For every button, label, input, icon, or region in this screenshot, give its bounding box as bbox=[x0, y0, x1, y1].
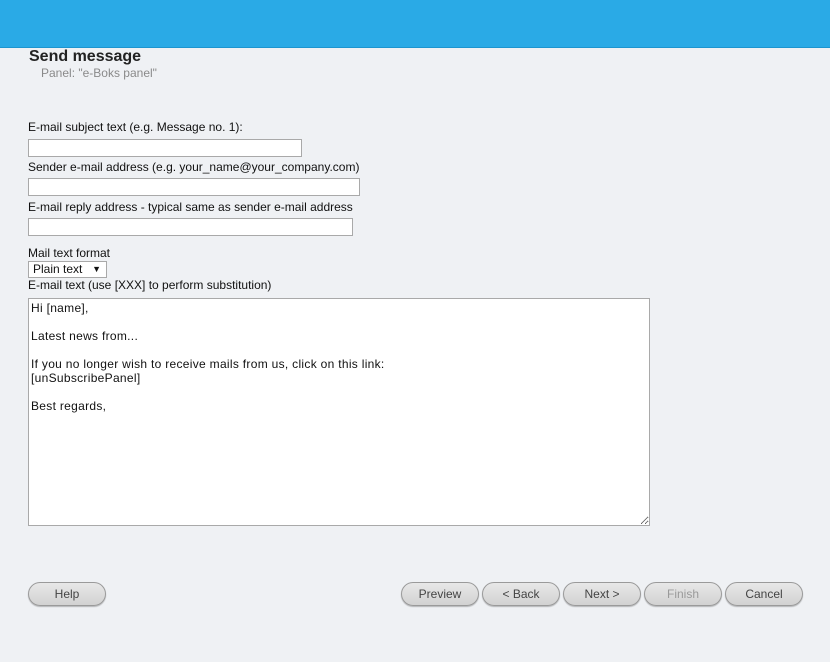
subject-label: E-mail subject text (e.g. Message no. 1)… bbox=[28, 120, 243, 134]
next-button[interactable]: Next > bbox=[563, 582, 641, 606]
mail-format-select[interactable]: Plain text ▼ bbox=[28, 261, 107, 278]
preview-button[interactable]: Preview bbox=[401, 582, 479, 606]
help-button[interactable]: Help bbox=[28, 582, 106, 606]
reply-email-input[interactable] bbox=[28, 218, 353, 236]
top-banner bbox=[0, 0, 830, 48]
page-title: Send message bbox=[29, 48, 142, 65]
mail-format-selected-value: Plain text bbox=[33, 262, 83, 276]
email-text-label: E-mail text (use [XXX] to perform substi… bbox=[28, 278, 272, 292]
email-text-area[interactable]: Hi [name], Latest news from... If you no… bbox=[28, 298, 650, 526]
reply-email-label: E-mail reply address - typical same as s… bbox=[28, 200, 353, 214]
panel-subtitle: Panel: "e-Boks panel" bbox=[41, 66, 157, 80]
dropdown-arrow-icon: ▼ bbox=[92, 264, 101, 274]
subject-input[interactable] bbox=[28, 139, 302, 157]
mail-format-label: Mail text format bbox=[28, 246, 111, 260]
cancel-button[interactable]: Cancel bbox=[725, 582, 803, 606]
back-button[interactable]: < Back bbox=[482, 582, 560, 606]
sender-email-label: Sender e-mail address (e.g. your_name@yo… bbox=[28, 160, 360, 174]
sender-email-input[interactable] bbox=[28, 178, 360, 196]
finish-button[interactable]: Finish bbox=[644, 582, 722, 606]
